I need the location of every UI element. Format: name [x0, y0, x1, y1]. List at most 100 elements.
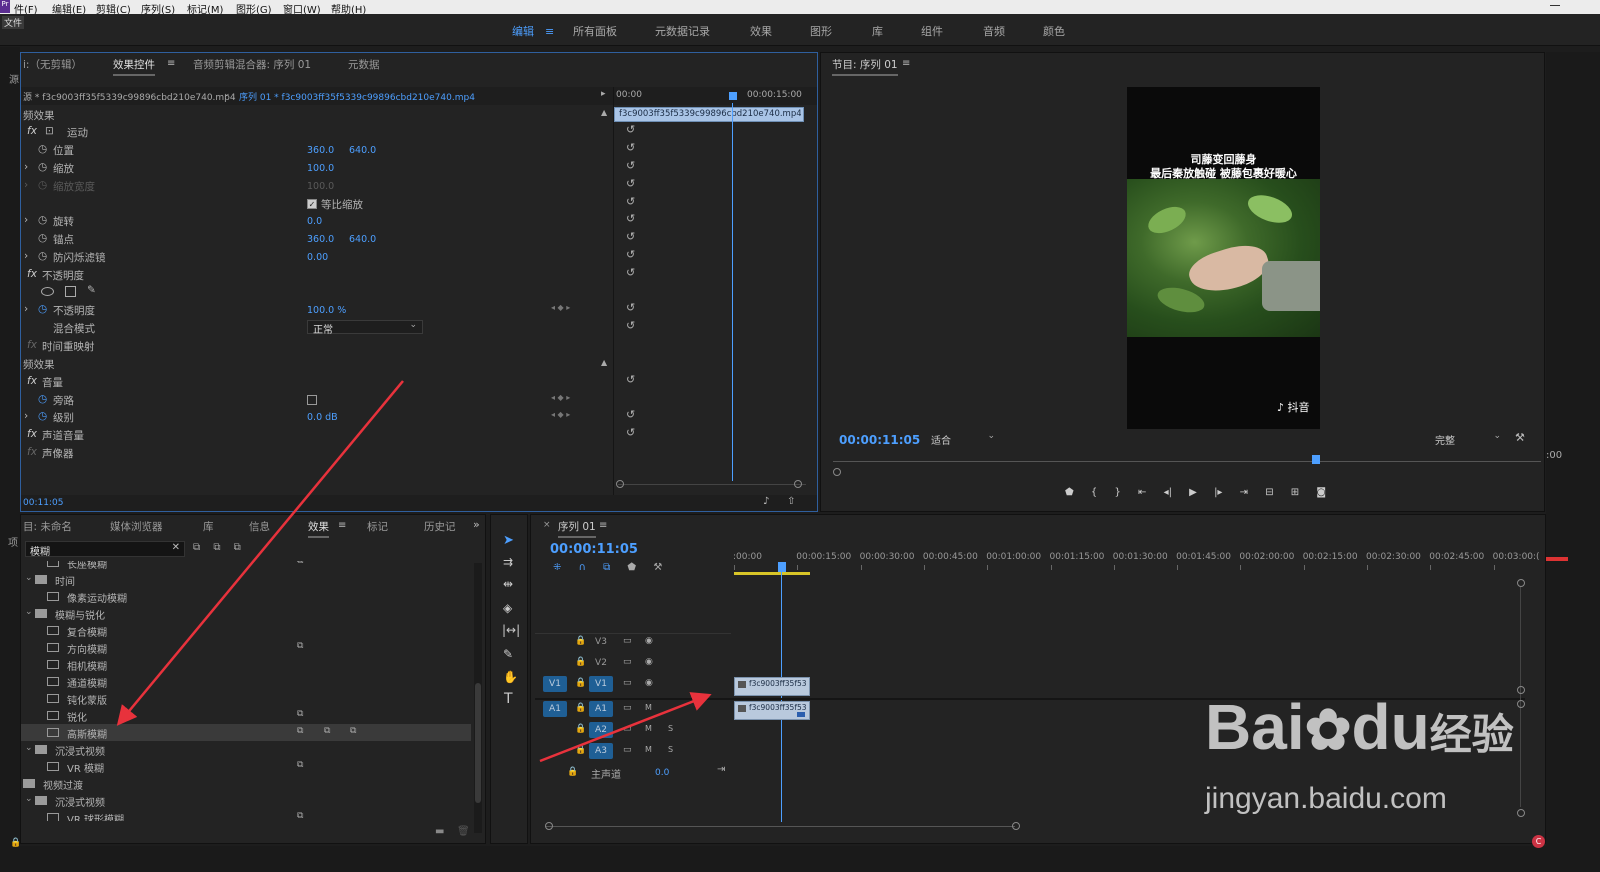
track-target-a2[interactable]: A2	[589, 722, 613, 738]
track-target-v1[interactable]: V1	[589, 676, 613, 692]
tab-project[interactable]: 目: 未命名	[23, 519, 72, 534]
eye-icon[interactable]: ◉	[645, 657, 653, 667]
reset-icon[interactable]: ↺	[626, 373, 635, 386]
tab-markers[interactable]: 标记	[367, 519, 388, 534]
level-value[interactable]: 0.0 dB	[307, 412, 338, 423]
linked-selection-icon[interactable]: ⧉	[603, 562, 610, 573]
scroll-handle[interactable]	[1012, 822, 1020, 830]
reset-icon[interactable]: ↺	[626, 230, 635, 243]
more-tabs-icon[interactable]: »	[473, 518, 480, 531]
reset-icon[interactable]: ↺	[626, 248, 635, 261]
effect-item[interactable]: 锐化 ⧉	[21, 707, 471, 724]
workspace-effects[interactable]: 效果	[750, 23, 772, 39]
anti-flicker-value[interactable]: 0.00	[307, 252, 328, 263]
notification-icon[interactable]: C	[1532, 835, 1545, 848]
play-icon[interactable]: ▶	[1189, 487, 1197, 498]
expand-chevron-icon[interactable]: ›	[24, 410, 28, 422]
scroll-handle[interactable]	[545, 822, 553, 830]
effects-scrollbar[interactable]	[474, 563, 482, 833]
scroll-handle[interactable]	[616, 480, 624, 488]
workspace-assembly[interactable]: 组件	[921, 23, 943, 39]
chevron-down-icon[interactable]: ⌄	[25, 573, 33, 583]
vertical-scrollbar[interactable]	[1520, 587, 1521, 807]
scale-value[interactable]: 100.0	[307, 163, 334, 174]
sequence-clip-label[interactable]: 序列 01 * f3c9003ff35f5339c99896cbd210e740…	[239, 90, 475, 103]
source-patch-a1[interactable]: A1	[543, 701, 567, 717]
stopwatch-icon[interactable]: ◷	[38, 232, 47, 244]
effects-folder[interactable]: ⌄视频过渡	[21, 775, 471, 792]
fit-dropdown[interactable]: 适合 ⌄	[927, 431, 997, 447]
mini-clip-bar[interactable]: f3c9003ff35f5339c99896cbd210e740.mp4	[614, 107, 804, 122]
razor-tool-icon[interactable]: ◈	[503, 601, 512, 615]
reset-icon[interactable]: ↺	[626, 141, 635, 154]
ripple-edit-tool-icon[interactable]: ⇹	[503, 577, 513, 591]
mute-button[interactable]: M	[645, 703, 652, 712]
timeline-playhead[interactable]	[778, 562, 786, 572]
audio-solo-icon[interactable]: ♪	[763, 496, 769, 507]
new-bin-icon[interactable]: ▬	[435, 826, 444, 837]
toggle-sync-lock-icon[interactable]: ▭	[623, 745, 632, 755]
rotation-value[interactable]: 0.0	[307, 216, 322, 227]
toggle-sync-lock-icon[interactable]: ▭	[623, 678, 632, 688]
type-tool-icon[interactable]: T	[504, 691, 513, 707]
workspace-graphics[interactable]: 图形	[810, 23, 832, 39]
toggle-sync-lock-icon[interactable]: ▭	[623, 636, 632, 646]
tab-history[interactable]: 历史记	[424, 519, 456, 534]
scroll-handle[interactable]	[1517, 700, 1525, 708]
lift-icon[interactable]: ⊟	[1265, 487, 1273, 498]
tab-info[interactable]: 信息	[249, 519, 270, 534]
add-marker-icon[interactable]: ⬟	[627, 562, 636, 573]
mini-scrollbar[interactable]	[618, 484, 806, 485]
effects-folder[interactable]: ⌄ 沉浸式视频	[21, 741, 471, 758]
solo-button[interactable]: S	[668, 745, 673, 754]
expand-chevron-icon[interactable]: ›	[24, 214, 28, 226]
collapse-icon[interactable]: ▲	[601, 108, 607, 117]
yuv-effects-icon[interactable]: ⧉	[234, 542, 241, 553]
tab-effects[interactable]: 效果	[308, 519, 329, 538]
nest-icon[interactable]: ⁜	[553, 562, 561, 573]
mark-in-icon[interactable]: {	[1091, 487, 1097, 498]
workspace-all-panels[interactable]: 所有面板	[573, 23, 617, 39]
go-to-in-icon[interactable]: ⇤	[1138, 487, 1146, 498]
keyframe-nav-icon[interactable]: ◂ ◆ ▸	[551, 303, 570, 312]
motion-transform-icon[interactable]: ⊡	[45, 125, 54, 137]
lock-icon[interactable]: 🔒	[575, 703, 586, 713]
32bit-effects-icon[interactable]: ⧉	[213, 542, 220, 553]
clear-search-icon[interactable]: ✕	[172, 542, 180, 553]
anchor-x-value[interactable]: 360.0	[307, 234, 334, 245]
scroll-handle[interactable]	[1517, 809, 1525, 817]
reset-icon[interactable]: ↺	[626, 266, 635, 279]
panel-menu-icon[interactable]: ≡	[599, 520, 607, 531]
position-y-value[interactable]: 640.0	[349, 145, 376, 156]
stopwatch-icon[interactable]: ◷	[38, 410, 47, 422]
tab-metadata[interactable]: 元数据	[348, 57, 380, 72]
stopwatch-icon[interactable]: ◷	[38, 250, 47, 262]
effect-controls-timecode[interactable]: 00:11:05	[23, 498, 63, 508]
track-target-a3[interactable]: A3	[589, 743, 613, 759]
wrench-icon[interactable]: ⚒	[1515, 431, 1525, 444]
chevron-down-icon[interactable]: ⌄	[223, 89, 231, 99]
collapse-icon[interactable]: ▲	[601, 358, 607, 367]
anchor-y-value[interactable]: 640.0	[349, 234, 376, 245]
rectangle-mask-icon[interactable]	[65, 286, 76, 297]
delete-icon[interactable]: 🗑	[457, 826, 470, 837]
slip-tool-icon[interactable]: |↔|	[502, 623, 520, 637]
selection-tool-icon[interactable]: ➤	[503, 533, 514, 548]
lock-icon[interactable]: 🔒	[575, 657, 586, 667]
stopwatch-icon[interactable]: ◷	[38, 143, 47, 155]
tab-source[interactable]: i:（无剪辑）	[23, 57, 82, 72]
menu-file-stub[interactable]: 文件	[2, 16, 25, 29]
program-monitor-title[interactable]: 节目: 序列 01	[832, 57, 898, 76]
mute-button[interactable]: M	[645, 724, 652, 733]
scroll-handle[interactable]	[1517, 579, 1525, 587]
program-playhead[interactable]	[1312, 455, 1320, 464]
effect-item[interactable]: 相机模糊	[21, 656, 471, 673]
lock-icon[interactable]: 🔒	[575, 678, 586, 688]
keyframe-nav-icon[interactable]: ◂ ◆ ▸	[551, 410, 570, 419]
expand-chevron-icon[interactable]: ›	[24, 303, 28, 315]
go-to-edit-icon[interactable]: ⇥	[717, 764, 725, 775]
export-icon[interactable]: ⇧	[787, 496, 795, 507]
scroll-handle[interactable]	[794, 480, 802, 488]
reset-icon[interactable]: ↺	[626, 159, 635, 172]
mute-button[interactable]: M	[645, 745, 652, 754]
